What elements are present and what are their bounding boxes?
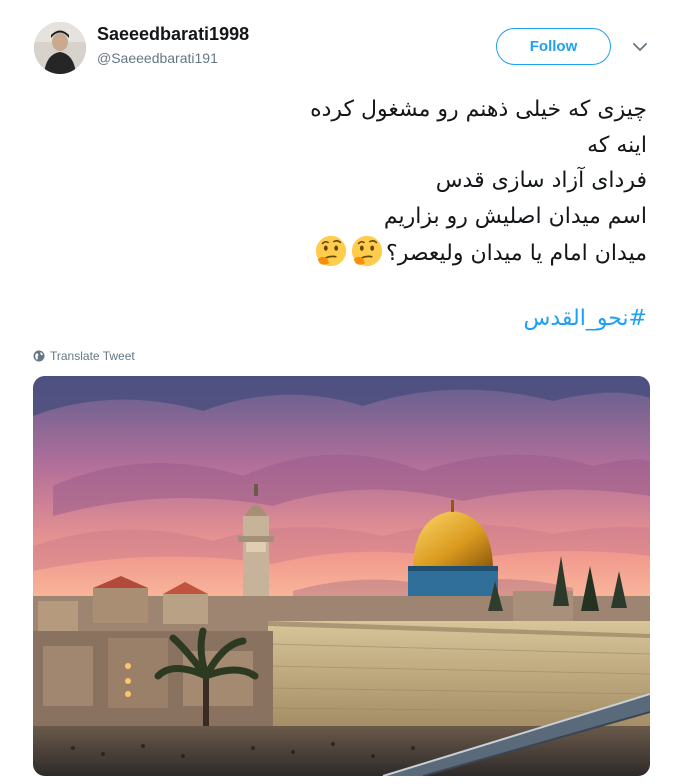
tweet-media-photo[interactable] (33, 376, 650, 776)
tweet-line-last: میدان امام یا میدان ولیعصر؟ (47, 234, 647, 272)
author-display-name[interactable]: Saeeedbarati1998 (97, 24, 249, 45)
tweet-line: فردای آزاد سازی قدس (435, 168, 647, 193)
follow-button[interactable]: Follow (496, 28, 611, 65)
thinking-face-icon (315, 235, 347, 267)
globe-icon (33, 350, 45, 362)
tweet-header: Saeeedbarati1998 @Saeeedbarati191 Follow (0, 0, 675, 90)
hashtag-link[interactable]: #نحو_القدس (524, 306, 647, 331)
tweet-line-text: میدان امام یا میدان ولیعصر؟ (386, 241, 647, 266)
thinking-face-icon (351, 235, 383, 267)
chevron-down-icon[interactable] (630, 37, 650, 57)
translate-tweet-label: Translate Tweet (50, 349, 135, 363)
tweet-line: اینه که (587, 132, 647, 158)
avatar[interactable] (34, 22, 86, 74)
tweet-line: چیزی که خیلی ذهنم رو مشغول کرده (310, 97, 647, 122)
tweet-text: چیزی که خیلی ذهنم رو مشغول کرده اینه که … (47, 92, 647, 272)
author-handle[interactable]: @Saeeedbarati191 (97, 50, 218, 66)
translate-tweet-link[interactable]: Translate Tweet (33, 347, 135, 365)
tweet-line: اسم میدان اصلیش رو بزاریم (383, 203, 647, 229)
